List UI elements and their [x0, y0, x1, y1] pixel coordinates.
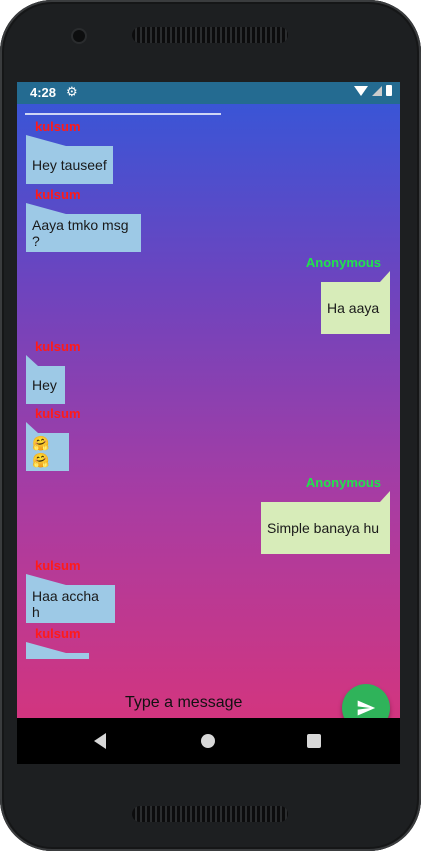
- top-divider: [25, 113, 221, 115]
- wifi-icon: [354, 85, 368, 96]
- signal-icon: [372, 85, 382, 96]
- message-bubble[interactable]: Haa accha h: [26, 574, 115, 623]
- send-icon: [357, 700, 376, 716]
- message-text: Simple banaya hu: [267, 520, 380, 536]
- message-bubble[interactable]: Hey: [26, 355, 65, 404]
- screen: 4:28 ⚙ kulsum Hey tauseef kulsum Aaya tm…: [17, 82, 400, 764]
- composer: Type a message: [17, 672, 400, 718]
- status-icons: [354, 85, 392, 96]
- message-bubble[interactable]: 🤗🤗: [26, 422, 69, 471]
- message-bubble[interactable]: [26, 642, 89, 659]
- sender-name: kulsum: [35, 558, 81, 573]
- message-text: Haa accha h: [32, 588, 99, 620]
- message-text: Aaya tmko msg ?: [32, 217, 129, 249]
- message-text: Hey: [32, 377, 57, 393]
- sender-name: kulsum: [35, 119, 81, 134]
- message-bubble[interactable]: Simple banaya hu: [261, 491, 390, 554]
- send-button[interactable]: [342, 684, 390, 718]
- back-icon[interactable]: [94, 733, 106, 749]
- phone-frame: 4:28 ⚙ kulsum Hey tauseef kulsum Aaya tm…: [0, 0, 421, 851]
- sender-name: kulsum: [35, 626, 81, 641]
- chat-area[interactable]: kulsum Hey tauseef kulsum Aaya tmko msg …: [17, 104, 400, 718]
- status-time: 4:28: [30, 85, 57, 100]
- battery-icon: [386, 85, 392, 96]
- message-bubble[interactable]: Aaya tmko msg ?: [26, 203, 141, 252]
- recents-icon[interactable]: [307, 734, 321, 748]
- sender-name: Anonymous: [305, 255, 381, 270]
- home-icon[interactable]: [201, 734, 215, 748]
- status-bar: 4:28 ⚙: [17, 82, 400, 104]
- navigation-bar: [17, 718, 400, 764]
- sender-name: kulsum: [35, 187, 81, 202]
- message-text: 🤗🤗: [32, 435, 50, 468]
- message-input[interactable]: Type a message: [125, 694, 242, 712]
- front-camera: [73, 30, 85, 42]
- sender-name: kulsum: [35, 406, 81, 421]
- message-text: Hey tauseef: [32, 157, 107, 173]
- message-text: Ha aaya: [327, 300, 380, 316]
- message-bubble[interactable]: Hey tauseef: [26, 135, 113, 184]
- sender-name: Anonymous: [305, 475, 381, 490]
- gear-icon: ⚙: [66, 84, 78, 99]
- top-speaker: [132, 27, 288, 43]
- bottom-speaker: [132, 806, 288, 822]
- sender-name: kulsum: [35, 339, 81, 354]
- message-bubble[interactable]: Ha aaya: [321, 271, 390, 334]
